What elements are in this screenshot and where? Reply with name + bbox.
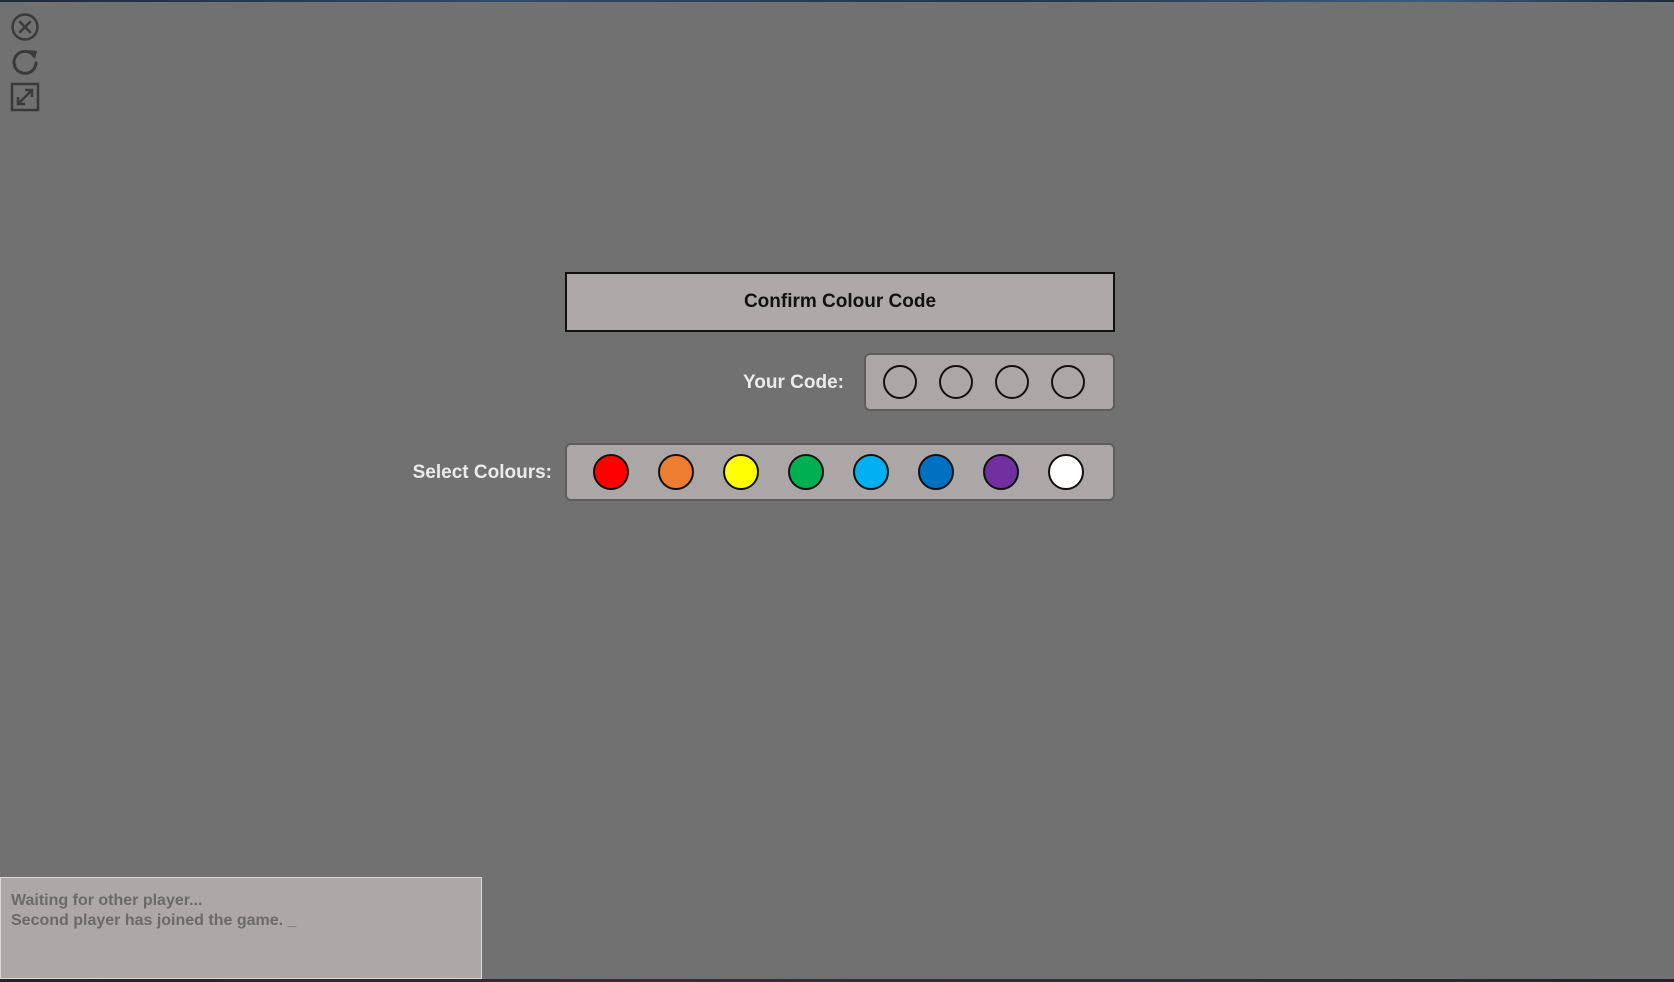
- colour-peg-white[interactable]: [1048, 454, 1084, 490]
- colour-peg-red[interactable]: [593, 454, 629, 490]
- close-icon[interactable]: [10, 12, 40, 42]
- colour-peg-blue[interactable]: [918, 454, 954, 490]
- select-colours-label: Select Colours:: [412, 462, 552, 483]
- refresh-icon[interactable]: [10, 47, 40, 77]
- confirm-colour-code-button[interactable]: Confirm Colour Code: [565, 272, 1115, 332]
- game-log: Waiting for other player... Second playe…: [0, 877, 482, 979]
- fullscreen-icon[interactable]: [10, 82, 40, 112]
- colour-peg-green[interactable]: [788, 454, 824, 490]
- window-top-edge: [0, 0, 1674, 2]
- colour-palette-panel: [565, 443, 1115, 501]
- code-slot-2[interactable]: [939, 365, 973, 399]
- colour-peg-yellow[interactable]: [723, 454, 759, 490]
- log-line: Waiting for other player...: [11, 892, 203, 909]
- code-slots-panel: [864, 353, 1115, 411]
- log-line: Second player has joined the game. _: [11, 912, 297, 929]
- code-slot-1[interactable]: [883, 365, 917, 399]
- colour-peg-orange[interactable]: [658, 454, 694, 490]
- colour-peg-purple[interactable]: [983, 454, 1019, 490]
- code-slot-4[interactable]: [1051, 365, 1085, 399]
- your-code-label: Your Code:: [743, 372, 844, 393]
- colour-peg-light-blue[interactable]: [853, 454, 889, 490]
- game-toolbar: [10, 12, 40, 117]
- code-slot-3[interactable]: [995, 365, 1029, 399]
